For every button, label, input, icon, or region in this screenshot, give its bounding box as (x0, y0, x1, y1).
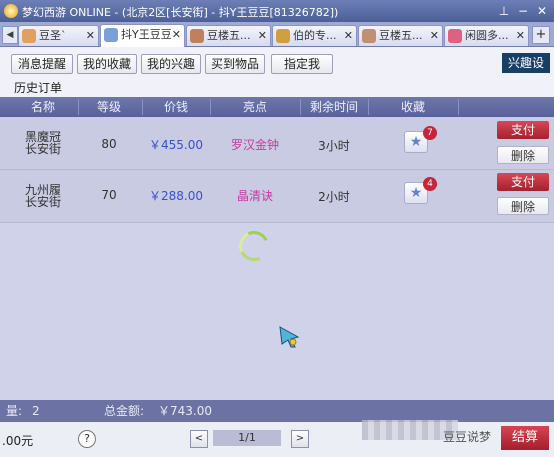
column-header-favorites: 收藏 (400, 100, 425, 114)
pay-button[interactable]: 支付 (497, 173, 549, 191)
trade-toolbar: 消息提醒 我的收藏 我的兴趣 买到物品 指定我 兴趣设 (0, 47, 554, 77)
avatar-icon (448, 29, 462, 43)
item-name[interactable]: 黑魔冠 长安街 (10, 131, 76, 155)
item-price: ￥455.00 (149, 138, 203, 152)
favorite-count-badge: 4 (423, 177, 437, 191)
close-tab-icon[interactable]: ✕ (430, 26, 439, 46)
minimize-icon[interactable]: − (515, 3, 531, 19)
window-titlebar: 梦幻西游 ONLINE - (北京2区[长安街] - 抖Y王豆豆[8132678… (0, 0, 554, 22)
item-count-label: 量: (6, 404, 23, 418)
item-level: 80 (101, 137, 117, 151)
loading-spinner-icon (234, 226, 274, 266)
page-indicator: 1/1 (213, 430, 281, 446)
column-divider (210, 99, 211, 115)
total-amount-label: 总金额: (104, 404, 145, 418)
avatar-icon (362, 29, 376, 43)
watermark-text: 豆豆说梦 (443, 430, 492, 444)
tab-character-6[interactable]: 闲圆多... ✕ (444, 25, 529, 46)
pay-button[interactable]: 支付 (497, 121, 549, 139)
item-server-line: 长安街 (24, 142, 61, 156)
delete-button[interactable]: 删除 (497, 197, 549, 215)
tab-character-2[interactable]: 抖Y王豆豆 ✕ (100, 24, 185, 47)
item-highlight: 晶清诀 (236, 189, 273, 203)
close-window-icon[interactable]: ✕ (534, 3, 550, 19)
close-tab-icon[interactable]: ✕ (86, 26, 95, 46)
history-orders-title: 历史订单 (14, 81, 63, 95)
item-server-line: 长安街 (24, 195, 61, 209)
interest-settings-button[interactable]: 兴趣设 (502, 53, 550, 73)
help-icon[interactable]: ? (78, 430, 96, 448)
table-row: 九州履 长安街 70 ￥288.00 晶清诀 2小时 ★ 4 支付 删除 (0, 170, 554, 223)
column-header-highlight: 亮点 (242, 100, 267, 114)
item-name[interactable]: 九州履 长安街 (10, 184, 76, 208)
character-tab-bar: ◀ 豆圣` ✕ 抖Y王豆豆 ✕ 豆楼五... ✕ 伯的专... ✕ 豆楼五...… (0, 22, 554, 47)
order-summary-bar: 量: 2 总金额: ￥743.00 (0, 400, 554, 422)
window-title: 梦幻西游 ONLINE - (北京2区[长安街] - 抖Y王豆豆[8132678… (22, 6, 339, 19)
checkout-button[interactable]: 结算 (501, 426, 549, 450)
avatar-icon (190, 29, 204, 43)
item-level: 70 (101, 188, 117, 202)
item-price: ￥288.00 (149, 189, 203, 203)
column-header-price: 价钱 (163, 100, 188, 114)
table-header: 名称 等级 价钱 亮点 剩余时间 收藏 (0, 97, 554, 117)
purchased-items-button[interactable]: 买到物品 (205, 54, 265, 74)
add-tab-icon[interactable]: + (532, 26, 550, 44)
close-tab-icon[interactable]: ✕ (516, 26, 525, 46)
tab-label: 闲圆多... (465, 29, 509, 42)
balance-text: .00元 (2, 434, 34, 448)
my-interests-button[interactable]: 我的兴趣 (141, 54, 201, 74)
column-header-name: 名称 (30, 100, 55, 114)
remaining-time: 3小时 (318, 139, 350, 153)
tab-character-5[interactable]: 豆楼五... ✕ (358, 25, 443, 46)
close-tab-icon[interactable]: ✕ (172, 25, 181, 45)
column-header-remaining: 剩余时间 (309, 100, 358, 114)
message-reminder-button[interactable]: 消息提醒 (11, 54, 73, 74)
item-highlight: 罗汉金钟 (230, 138, 279, 152)
column-divider (142, 99, 143, 115)
tab-character-1[interactable]: 豆圣` ✕ (18, 25, 99, 46)
next-page-button[interactable]: > (291, 430, 309, 448)
game-logo-icon (4, 4, 18, 18)
previous-page-button[interactable]: < (190, 430, 208, 448)
avatar-icon (104, 28, 118, 42)
designated-me-button[interactable]: 指定我 (271, 54, 333, 74)
item-count-value: 2 (32, 404, 40, 418)
tab-character-3[interactable]: 豆楼五... ✕ (186, 25, 271, 46)
game-cursor-icon (279, 326, 300, 348)
close-tab-icon[interactable]: ✕ (258, 26, 267, 46)
my-favorites-button[interactable]: 我的收藏 (77, 54, 137, 74)
column-header-level: 等级 (96, 100, 121, 114)
remaining-time: 2小时 (318, 190, 350, 204)
tab-label: 豆楼五... (207, 29, 251, 42)
total-amount-value: ￥743.00 (158, 404, 212, 418)
column-divider (368, 99, 369, 115)
column-divider (300, 99, 301, 115)
avatar-icon (276, 29, 290, 43)
column-divider (458, 99, 459, 115)
tab-scroll-left-icon[interactable]: ◀ (2, 26, 18, 44)
tab-character-4[interactable]: 伯的专... ✕ (272, 25, 357, 46)
avatar-icon (22, 29, 36, 43)
column-divider (78, 99, 79, 115)
table-row: 黑魔冠 长安街 80 ￥455.00 罗汉金钟 3小时 ★ 7 支付 删除 (0, 117, 554, 170)
pin-icon[interactable]: ⊥ (496, 3, 512, 19)
tab-label: 豆楼五... (379, 29, 423, 42)
tab-label: 抖Y王豆豆 (121, 28, 172, 41)
favorite-count-badge: 7 (423, 126, 437, 140)
tab-label: 伯的专... (293, 29, 337, 42)
tab-label: 豆圣` (39, 29, 67, 42)
section-header: 历史订单 (0, 77, 554, 97)
delete-button[interactable]: 删除 (497, 146, 549, 164)
close-tab-icon[interactable]: ✕ (344, 26, 353, 46)
